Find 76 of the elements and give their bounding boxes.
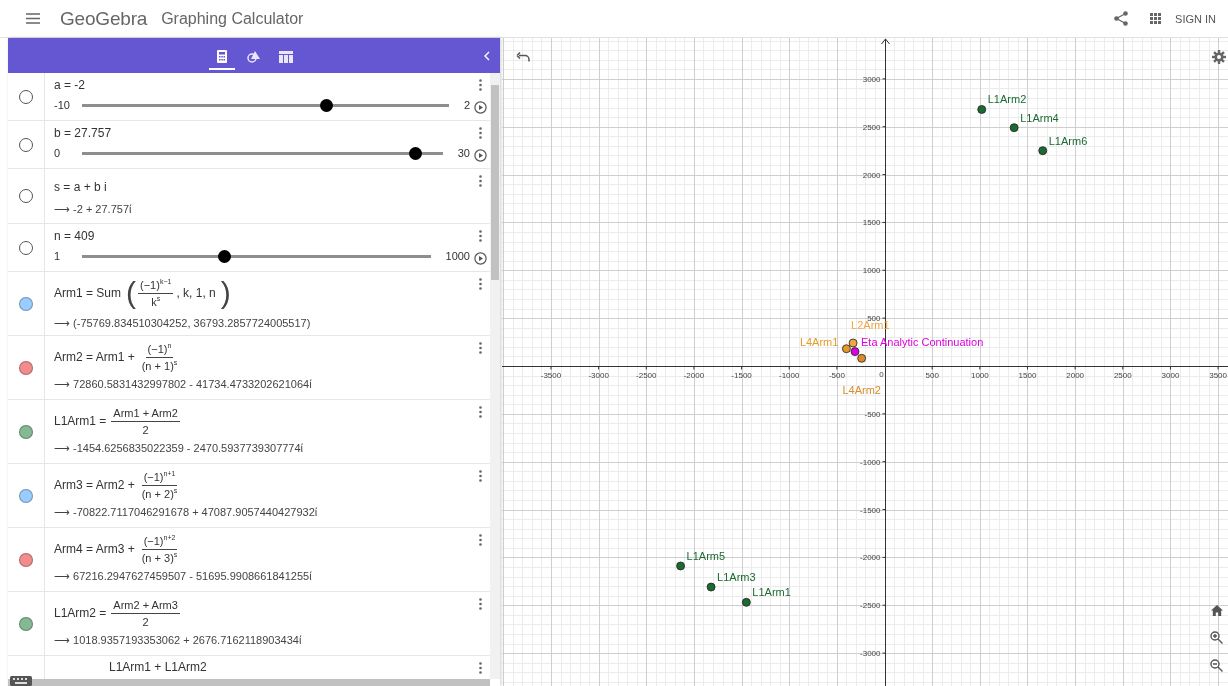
fraction-numerator: (−1)$^{n+2}$ <box>141 534 178 550</box>
slider-max-label: 2 <box>463 99 470 111</box>
axis-tick-label: 0 <box>879 369 884 379</box>
point-label: L4Arm1 <box>799 335 839 348</box>
slider-label: a = -2 <box>54 77 87 93</box>
axis-tick-label: -3000 <box>860 649 881 659</box>
point-label: L1Arm4 <box>1020 111 1059 124</box>
formula-text: , k, 1, n <box>176 286 216 300</box>
axis-tick-label: -2500 <box>860 601 881 611</box>
point-label: L1Arm5 <box>686 550 726 562</box>
output-value: ⟶ (-75769.834510304252, 36793.2857724005517) <box>54 317 312 330</box>
fraction-numerator: (−1)$^{n}$ <box>145 342 174 358</box>
axis-tick-label: -500 <box>864 409 881 419</box>
parenthesis: ( <box>126 275 137 311</box>
formula-text: L1Arm1 + L1Arm2 <box>109 660 207 674</box>
axis-tick-label: 3000 <box>1161 370 1180 380</box>
axis-tick-label: -3000 <box>588 370 609 380</box>
axis-tick-label: 2000 <box>862 170 881 180</box>
slider-min-label: -10 <box>54 99 71 111</box>
output-value: ⟶ -1454.6256835022359 - 2470.5937739307774ί <box>54 442 305 455</box>
point-label: L1Arm1 <box>752 586 791 599</box>
slider-label: b = 27.757 <box>54 125 113 141</box>
point-label: L1Arm6 <box>1048 134 1088 147</box>
fraction-numerator: Arm1 + Arm2 <box>111 406 180 422</box>
app-title: Graphing Calculator <box>161 9 304 28</box>
fraction-denominator: 2 <box>141 422 150 436</box>
axis-tick-label: -1500 <box>860 505 881 515</box>
slider-max-label: 1000 <box>445 250 470 262</box>
formula-text: Arm2 = Arm1 + <box>54 350 135 364</box>
fraction-denominator: (n + 2)$^{s}$ <box>140 485 179 500</box>
axis-tick-label: -2000 <box>860 553 881 563</box>
fraction-denominator: (n + 1)$^{s}$ <box>140 357 179 372</box>
fraction-numerator: Arm2 + Arm3 <box>111 598 180 614</box>
point-label: L4Arm2 <box>842 384 881 397</box>
point-label: L1Arm3 <box>717 571 756 584</box>
fraction-denominator: k$^{s}$ <box>150 293 162 308</box>
formula-text: s = a + b i <box>54 180 107 194</box>
slider-max-label: 30 <box>457 147 470 159</box>
fraction-denominator: 2 <box>141 614 150 628</box>
fraction-numerator: (−1)$^{k−1}$ <box>138 278 174 294</box>
axis-tick-label: 1500 <box>862 218 881 228</box>
fraction-numerator: (−1)$^{n+1}$ <box>141 470 178 486</box>
axis-tick-label: 1000 <box>970 370 989 380</box>
axis-tick-label: 1000 <box>862 266 881 276</box>
slider-min-label: 1 <box>54 250 62 262</box>
axis-tick-label: -1000 <box>779 370 800 380</box>
output-value: ⟶ -70822.7117046291678 + 47087.9057440427932ί <box>54 506 319 519</box>
axis-tick-label: 2500 <box>862 122 881 132</box>
axis-tick-label: 2000 <box>1066 370 1085 380</box>
axis-tick-label: 2500 <box>1113 370 1132 380</box>
slider-label: n = 409 <box>54 228 96 244</box>
formula-text: Arm4 = Arm3 + <box>54 542 135 556</box>
axis-tick-label: -3500 <box>540 370 562 380</box>
sign-in-button[interactable]: SIGN IN <box>1173 10 1218 27</box>
axis-tick-label: 1500 <box>1018 370 1037 380</box>
fraction-denominator: (n + 3)$^{s}$ <box>140 549 179 564</box>
point-label: L1Arm2 <box>987 93 1027 106</box>
slider-min-label: 0 <box>54 147 62 159</box>
axis-tick-label: 500 <box>925 370 939 380</box>
axis-tick-label: -500 <box>828 370 845 380</box>
formula-text: L1Arm2 = <box>54 606 107 620</box>
output-value: ⟶ 1018.9357193353062 + 2676.7162118903434ί <box>54 634 303 647</box>
formula-text: L1Arm1 = <box>54 414 107 428</box>
app-logo: GeoGebra <box>60 7 148 30</box>
axis-tick-label: 3500 <box>1209 370 1227 380</box>
axis-tick-label: -2000 <box>683 370 705 380</box>
formula-text: Arm3 = Arm2 + <box>54 478 135 492</box>
axis-tick-label: -1500 <box>731 370 752 380</box>
axis-tick-label: -1000 <box>860 457 881 467</box>
axis-tick-label: -2500 <box>636 370 657 380</box>
output-value: ⟶ 72860.5831432997802 - 41734.4733202621064ί <box>54 378 313 391</box>
formula-text: Arm1 = Sum <box>54 286 122 300</box>
parenthesis: ) <box>220 275 231 311</box>
output-value: ⟶ -2 + 27.757ί <box>54 203 133 216</box>
output-value: ⟶ 67216.2947627459507 - 51695.9908661841255ί <box>54 570 313 583</box>
axis-tick-label: 3000 <box>862 74 881 84</box>
